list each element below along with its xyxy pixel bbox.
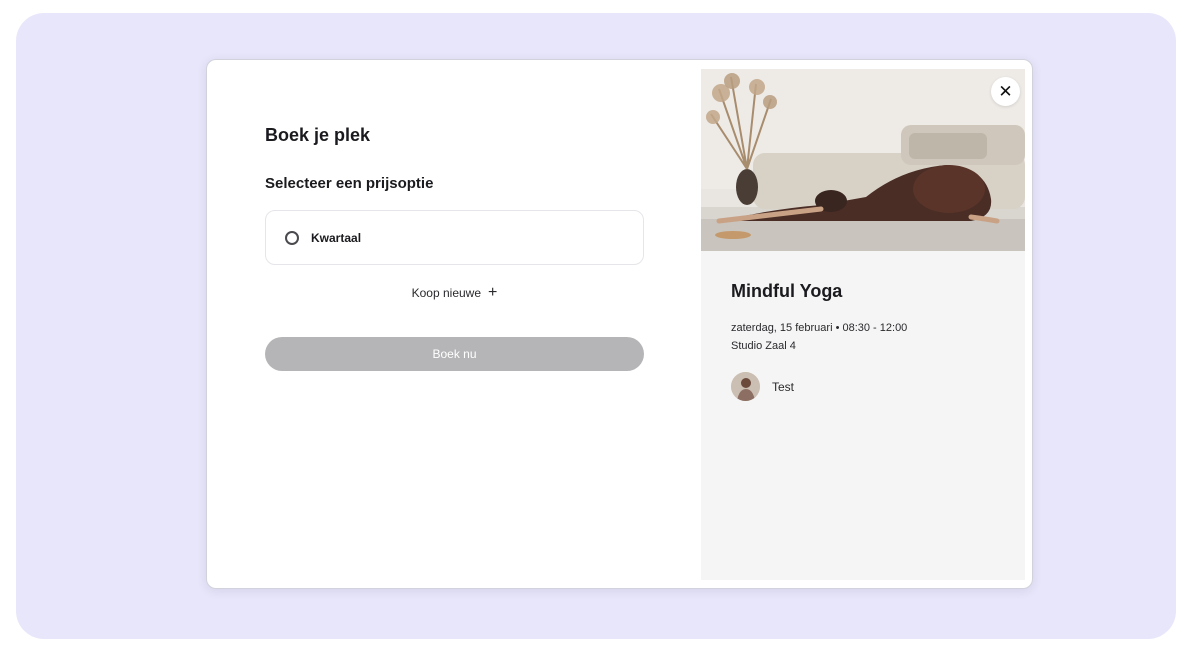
teacher-name: Test — [772, 379, 795, 394]
booking-form: Boek je plek Selecteer een prijsoptie Kw… — [207, 60, 701, 588]
price-option-label: Kwartaal — [311, 230, 362, 245]
class-datetime: zaterdag, 15 februari • 08:30 - 12:00 — [731, 322, 908, 334]
book-now-button[interactable]: Boek nu — [265, 337, 644, 371]
price-option-heading: Selecteer een prijsoptie — [265, 175, 434, 192]
class-location: Studio Zaal 4 — [731, 340, 796, 352]
page-title: Boek je plek — [265, 125, 371, 145]
class-title: Mindful Yoga — [731, 281, 843, 301]
avatar — [731, 372, 760, 401]
radio-button[interactable] — [285, 230, 299, 245]
close-icon[interactable]: ✕ — [991, 77, 1020, 106]
class-info-panel: ✕ Mindful Yoga zaterdag, 15 februari • 0… — [701, 69, 1025, 580]
class-hero-image: ✕ — [701, 69, 1025, 251]
booking-modal: Boek je plek Selecteer een prijsoptie Kw… — [206, 59, 1033, 589]
plus-icon: + — [488, 284, 498, 301]
price-option-kwartaal[interactable]: Kwartaal — [265, 210, 644, 265]
teacher-info: Test — [731, 372, 794, 401]
buy-new-link[interactable]: Koop nieuwe + — [265, 285, 644, 301]
buy-new-label: Koop nieuwe — [411, 286, 482, 300]
